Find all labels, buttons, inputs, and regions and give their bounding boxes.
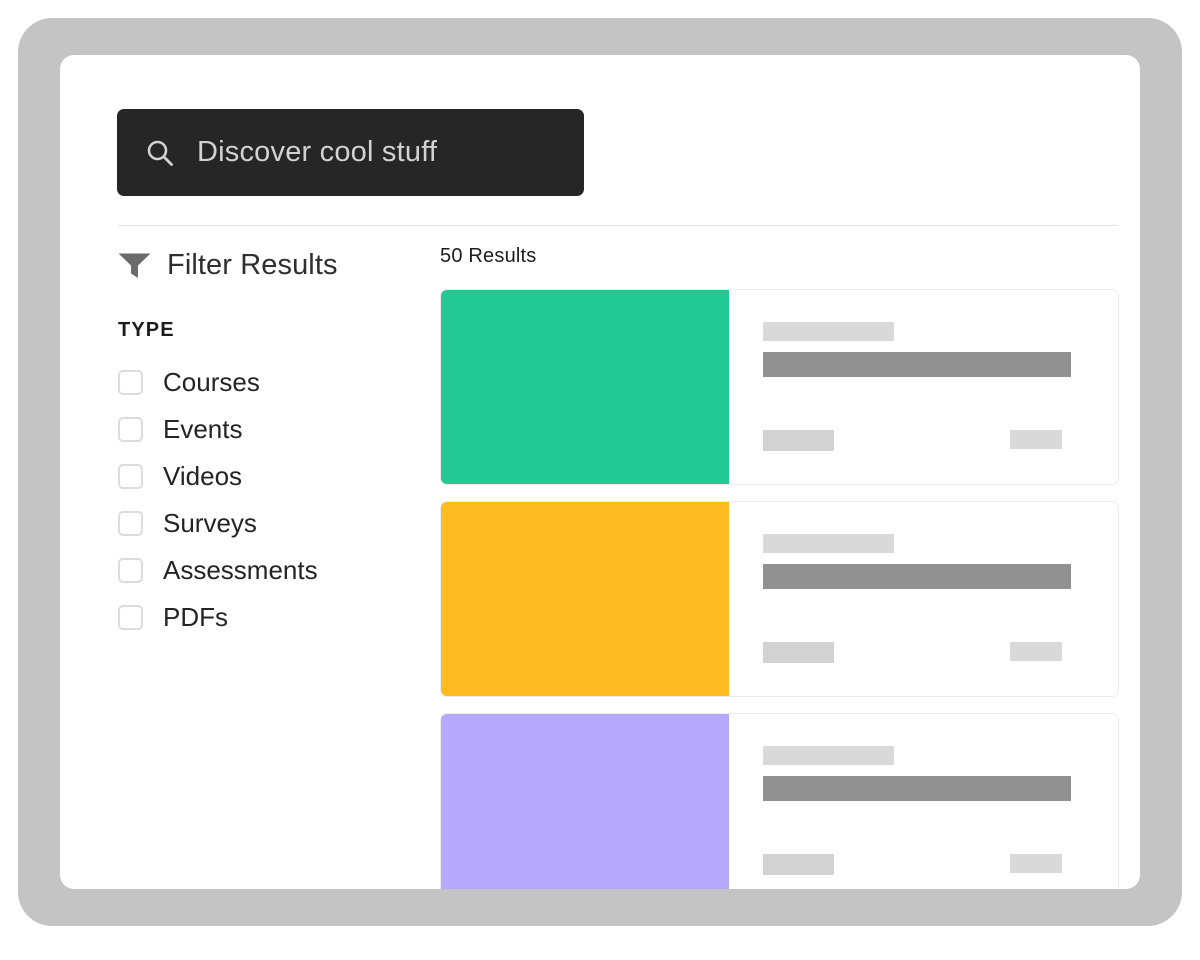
placeholder-meta-left-bar [763, 642, 834, 663]
placeholder-meta-left-bar [763, 854, 834, 875]
checkbox-videos[interactable] [118, 464, 143, 489]
filter-option-videos[interactable]: Videos [118, 453, 418, 500]
placeholder-subtitle-bar [763, 564, 1071, 589]
placeholder-subtitle-bar [763, 776, 1071, 801]
card-body [729, 290, 1118, 484]
filter-results-title: Filter Results [167, 248, 338, 281]
header-divider [118, 225, 1118, 226]
type-section-heading: TYPE [118, 319, 175, 341]
checkbox-surveys[interactable] [118, 511, 143, 536]
filter-option-label: Courses [163, 367, 260, 397]
card-thumbnail [441, 290, 729, 484]
filter-option-label: Events [163, 414, 243, 444]
placeholder-title-bar [763, 534, 894, 553]
filter-sidebar: Filter Results TYPE Courses Events Video… [118, 245, 418, 641]
checkbox-pdfs[interactable] [118, 605, 143, 630]
filter-option-label: PDFs [163, 602, 228, 632]
card-body [729, 714, 1118, 889]
placeholder-subtitle-bar [763, 352, 1071, 377]
search-icon [147, 140, 173, 166]
placeholder-title-bar [763, 746, 894, 765]
filter-option-label: Assessments [163, 555, 318, 585]
filter-results-header: Filter Results [118, 245, 418, 285]
card-body [729, 502, 1118, 696]
checkbox-assessments[interactable] [118, 558, 143, 583]
checkbox-events[interactable] [118, 417, 143, 442]
result-card[interactable] [440, 501, 1119, 697]
search-input[interactable] [197, 136, 567, 169]
result-card[interactable] [440, 713, 1119, 889]
placeholder-meta-left-bar [763, 430, 834, 451]
funnel-icon [118, 253, 151, 278]
card-thumbnail [441, 714, 729, 889]
results-count-label: 50 Results [440, 245, 537, 267]
search-bar[interactable] [117, 109, 584, 196]
device-frame: Filter Results TYPE Courses Events Video… [18, 18, 1182, 926]
filter-option-courses[interactable]: Courses [118, 359, 418, 406]
filter-option-label: Surveys [163, 508, 257, 538]
result-card[interactable] [440, 289, 1119, 485]
checkbox-courses[interactable] [118, 370, 143, 395]
screen-panel: Filter Results TYPE Courses Events Video… [60, 55, 1140, 889]
placeholder-meta-right-bar [1010, 642, 1062, 661]
filter-options-list: Courses Events Videos Surveys Assessment… [118, 359, 418, 641]
results-area: 50 Results [440, 245, 1119, 889]
results-list [440, 289, 1119, 889]
filter-option-events[interactable]: Events [118, 406, 418, 453]
filter-option-label: Videos [163, 461, 243, 491]
filter-option-assessments[interactable]: Assessments [118, 547, 418, 594]
filter-option-surveys[interactable]: Surveys [118, 500, 418, 547]
filter-option-pdfs[interactable]: PDFs [118, 594, 418, 641]
placeholder-title-bar [763, 322, 894, 341]
placeholder-meta-right-bar [1010, 854, 1062, 873]
card-thumbnail [441, 502, 729, 696]
placeholder-meta-right-bar [1010, 430, 1062, 449]
